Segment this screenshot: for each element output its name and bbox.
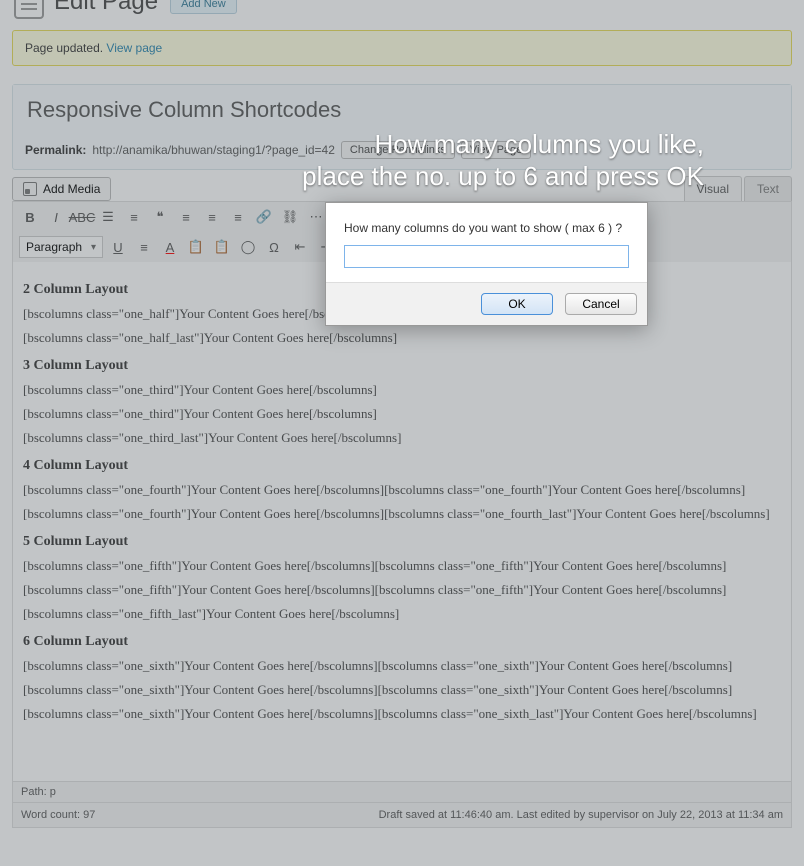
annotation-line: place the no. up to 6 and press OK bbox=[300, 160, 704, 192]
ok-button[interactable]: OK bbox=[481, 293, 553, 315]
annotation-line: How many columns you like, bbox=[300, 128, 704, 160]
dialog-prompt: How many columns do you want to show ( m… bbox=[344, 221, 622, 235]
prompt-dialog: How many columns do you want to show ( m… bbox=[325, 202, 648, 326]
columns-count-input[interactable] bbox=[344, 245, 629, 268]
dialog-footer: OK Cancel bbox=[326, 282, 647, 325]
dialog-body: How many columns do you want to show ( m… bbox=[326, 203, 647, 282]
annotation-text: How many columns you like, place the no.… bbox=[300, 128, 704, 192]
cancel-button[interactable]: Cancel bbox=[565, 293, 637, 315]
